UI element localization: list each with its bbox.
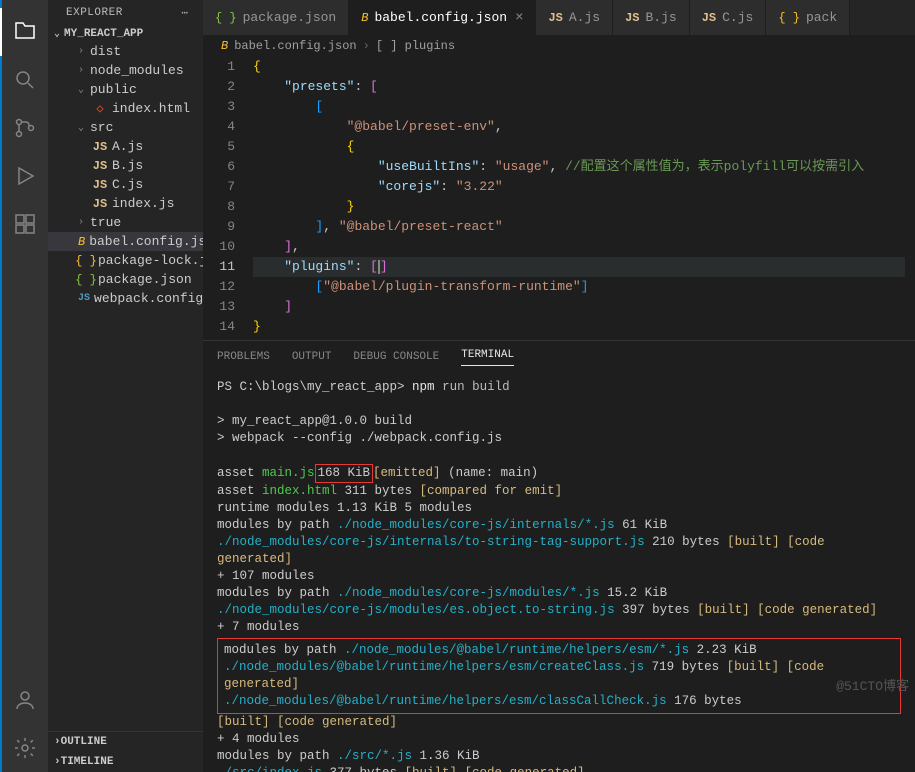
tree-item-node_modules[interactable]: ›node_modules [48,61,203,80]
project-section[interactable]: ⌄ MY_REACT_APP [48,26,203,42]
tab-package-json[interactable]: { }package.json [203,0,349,35]
tree-item-dist[interactable]: ›dist [48,42,203,61]
debug-icon[interactable] [1,152,49,200]
tree-item-package-json[interactable]: { }package.json [48,270,203,289]
tab-B-js[interactable]: JSB.js [613,0,690,35]
sidebar-header: EXPLORER ⋯ [48,0,203,26]
tree-item-C-js[interactable]: JSC.js [48,175,203,194]
settings-icon[interactable] [1,724,49,772]
panel-tab-debug-console[interactable]: DEBUG CONSOLE [353,351,439,363]
tab-pack[interactable]: { }pack [766,0,850,35]
panel-tab-problems[interactable]: PROBLEMS [217,351,270,363]
panel-tabs: PROBLEMS OUTPUT DEBUG CONSOLE TERMINAL [203,341,915,373]
tree-item-B-js[interactable]: JSB.js [48,156,203,175]
account-icon[interactable] [1,676,49,724]
tree-item-A-js[interactable]: JSA.js [48,137,203,156]
tree-item-true[interactable]: ›true [48,213,203,232]
chevron-right-icon: › [363,39,370,53]
babel-icon: B [221,39,228,53]
line-gutter: 1234567891011121314 [203,57,253,340]
main-area: { }package.jsonBbabel.config.json×JSA.js… [203,0,915,772]
explorer-title: EXPLORER [66,7,123,19]
project-name: MY_REACT_APP [64,28,143,40]
timeline-section[interactable]: ›TIMELINE [48,752,203,772]
panel-tab-terminal[interactable]: TERMINAL [461,349,514,366]
editor-tabs: { }package.jsonBbabel.config.json×JSA.js… [203,0,915,35]
source-control-icon[interactable] [1,104,49,152]
tree-item-public[interactable]: ⌄public [48,80,203,99]
tree-item-index-js[interactable]: JSindex.js [48,194,203,213]
tree-item-index-html[interactable]: ◇index.html [48,99,203,118]
explorer-icon[interactable] [0,8,48,56]
panel-tab-output[interactable]: OUTPUT [292,351,332,363]
explorer-sidebar: EXPLORER ⋯ ⌄ MY_REACT_APP ›dist›node_mod… [48,0,203,772]
tab-babel-config-json[interactable]: Bbabel.config.json× [349,0,536,35]
chevron-right-icon: › [54,756,61,768]
tree-item-src[interactable]: ⌄src [48,118,203,137]
file-tree: ›dist›node_modules⌄public◇index.html⌄src… [48,42,203,731]
outline-section[interactable]: ›OUTLINE [48,732,203,752]
search-icon[interactable] [1,56,49,104]
tab-C-js[interactable]: JSC.js [690,0,767,35]
extensions-icon[interactable] [1,200,49,248]
bottom-panel: PROBLEMS OUTPUT DEBUG CONSOLE TERMINAL PS C… [203,340,915,772]
close-icon[interactable]: × [515,10,523,26]
tree-item-webpack-config-js[interactable]: JSwebpack.config.js [48,289,203,308]
terminal-output[interactable]: PS C:\blogs\my_react_app> npm run build … [203,373,915,772]
breadcrumb[interactable]: B babel.config.json › [ ] plugins [203,35,915,57]
code-content[interactable]: { "presets": [ [ "@babel/preset-env", { … [253,57,915,340]
chevron-down-icon: ⌄ [54,28,60,40]
tree-item-package-lock-json[interactable]: { }package-lock.json [48,251,203,270]
activity-bar [0,0,48,772]
tree-item-babel-config-json[interactable]: Bbabel.config.json [48,232,203,251]
tab-A-js[interactable]: JSA.js [536,0,613,35]
more-icon[interactable]: ⋯ [181,6,189,20]
watermark: @51CTO博客 [836,675,909,694]
chevron-right-icon: › [54,736,61,748]
code-editor[interactable]: 1234567891011121314 { "presets": [ [ "@b… [203,57,915,340]
